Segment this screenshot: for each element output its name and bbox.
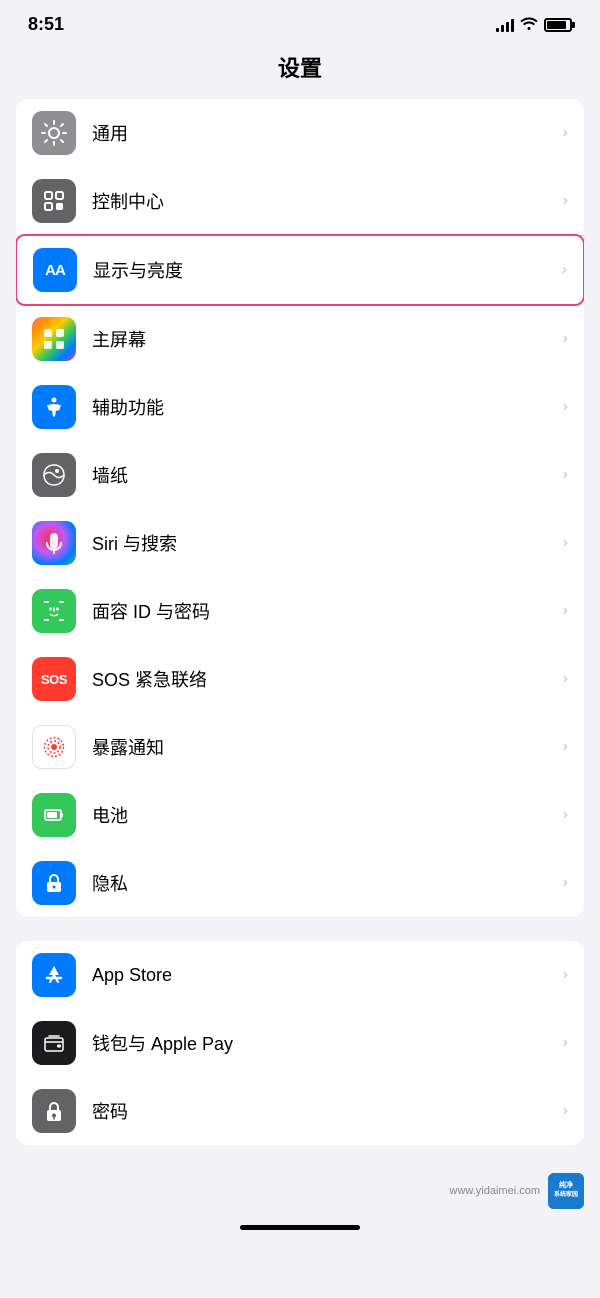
- general-icon: [32, 111, 76, 155]
- watermark: www.yidaimei.com 纯净 系统家园: [0, 1169, 600, 1217]
- sos-label: SOS 紧急联络: [92, 666, 563, 692]
- siri-label: Siri 与搜索: [92, 530, 563, 556]
- home-screen-icon: [32, 317, 76, 361]
- settings-item-appstore[interactable]: App Store ›: [16, 941, 584, 1009]
- settings-item-wallpaper[interactable]: 墙纸 ›: [16, 441, 584, 509]
- settings-item-accessibility[interactable]: 辅助功能 ›: [16, 373, 584, 441]
- signal-icon: [496, 18, 514, 32]
- chevron-icon: ›: [563, 534, 568, 552]
- settings-item-faceid[interactable]: 面容 ID 与密码 ›: [16, 577, 584, 645]
- home-bar: [240, 1225, 360, 1230]
- watermark-logo: 纯净 系统家园: [548, 1173, 584, 1209]
- sos-icon: SOS: [32, 657, 76, 701]
- privacy-icon: [32, 861, 76, 905]
- settings-item-wallet[interactable]: 钱包与 Apple Pay ›: [16, 1009, 584, 1077]
- chevron-icon: ›: [563, 398, 568, 416]
- exposure-label: 暴露通知: [92, 734, 563, 760]
- watermark-text: www.yidaimei.com: [450, 1185, 540, 1197]
- battery-label: 电池: [92, 802, 563, 828]
- svg-text:系统家园: 系统家园: [554, 1190, 578, 1198]
- appstore-icon: [32, 953, 76, 997]
- general-label: 通用: [92, 120, 563, 146]
- faceid-icon: [32, 589, 76, 633]
- control-center-label: 控制中心: [92, 188, 563, 214]
- appstore-label: App Store: [92, 965, 563, 986]
- chevron-icon: ›: [563, 874, 568, 892]
- password-icon: [32, 1089, 76, 1133]
- chevron-icon: ›: [563, 124, 568, 142]
- chevron-icon: ›: [563, 1102, 568, 1120]
- settings-item-display[interactable]: AA 显示与亮度 ›: [16, 234, 584, 306]
- accessibility-icon: [32, 385, 76, 429]
- svg-text:纯净: 纯净: [559, 1180, 573, 1189]
- page-title: 设置: [0, 43, 600, 99]
- wallpaper-label: 墙纸: [92, 462, 563, 488]
- settings-item-sos[interactable]: SOS SOS 紧急联络 ›: [16, 645, 584, 713]
- siri-icon: [32, 521, 76, 565]
- wallpaper-icon: [32, 453, 76, 497]
- accessibility-label: 辅助功能: [92, 394, 563, 420]
- home-indicator: [0, 1217, 600, 1242]
- exposure-icon: [32, 725, 76, 769]
- display-label: 显示与亮度: [93, 257, 562, 283]
- wallet-label: 钱包与 Apple Pay: [92, 1030, 563, 1056]
- chevron-icon: ›: [563, 466, 568, 484]
- privacy-label: 隐私: [92, 870, 563, 896]
- display-icon: AA: [33, 248, 77, 292]
- settings-item-privacy[interactable]: 隐私 ›: [16, 849, 584, 917]
- wifi-icon: [520, 16, 538, 33]
- chevron-icon: ›: [563, 330, 568, 348]
- chevron-icon: ›: [563, 966, 568, 984]
- home-screen-label: 主屏幕: [92, 326, 563, 352]
- settings-item-siri[interactable]: Siri 与搜索 ›: [16, 509, 584, 577]
- settings-group-2: App Store › 钱包与 Apple Pay › 密码 ›: [16, 941, 584, 1145]
- wallet-icon: [32, 1021, 76, 1065]
- settings-item-exposure[interactable]: 暴露通知 ›: [16, 713, 584, 781]
- settings-item-general[interactable]: 通用 ›: [16, 99, 584, 167]
- settings-item-battery[interactable]: 电池 ›: [16, 781, 584, 849]
- settings-item-control-center[interactable]: 控制中心 ›: [16, 167, 584, 235]
- chevron-icon: ›: [562, 261, 567, 279]
- password-label: 密码: [92, 1098, 563, 1124]
- settings-item-password[interactable]: 密码 ›: [16, 1077, 584, 1145]
- battery-status-icon: [544, 18, 572, 32]
- chevron-icon: ›: [563, 602, 568, 620]
- status-icons: [496, 16, 572, 33]
- status-time: 8:51: [28, 14, 64, 35]
- settings-item-home-screen[interactable]: 主屏幕 ›: [16, 305, 584, 373]
- settings-group-1: 通用 › 控制中心 › AA 显示与亮度 ›: [16, 99, 584, 917]
- chevron-icon: ›: [563, 738, 568, 756]
- chevron-icon: ›: [563, 1034, 568, 1052]
- control-center-icon: [32, 179, 76, 223]
- status-bar: 8:51: [0, 0, 600, 43]
- chevron-icon: ›: [563, 670, 568, 688]
- chevron-icon: ›: [563, 192, 568, 210]
- battery-icon: [32, 793, 76, 837]
- faceid-label: 面容 ID 与密码: [92, 598, 563, 624]
- chevron-icon: ›: [563, 806, 568, 824]
